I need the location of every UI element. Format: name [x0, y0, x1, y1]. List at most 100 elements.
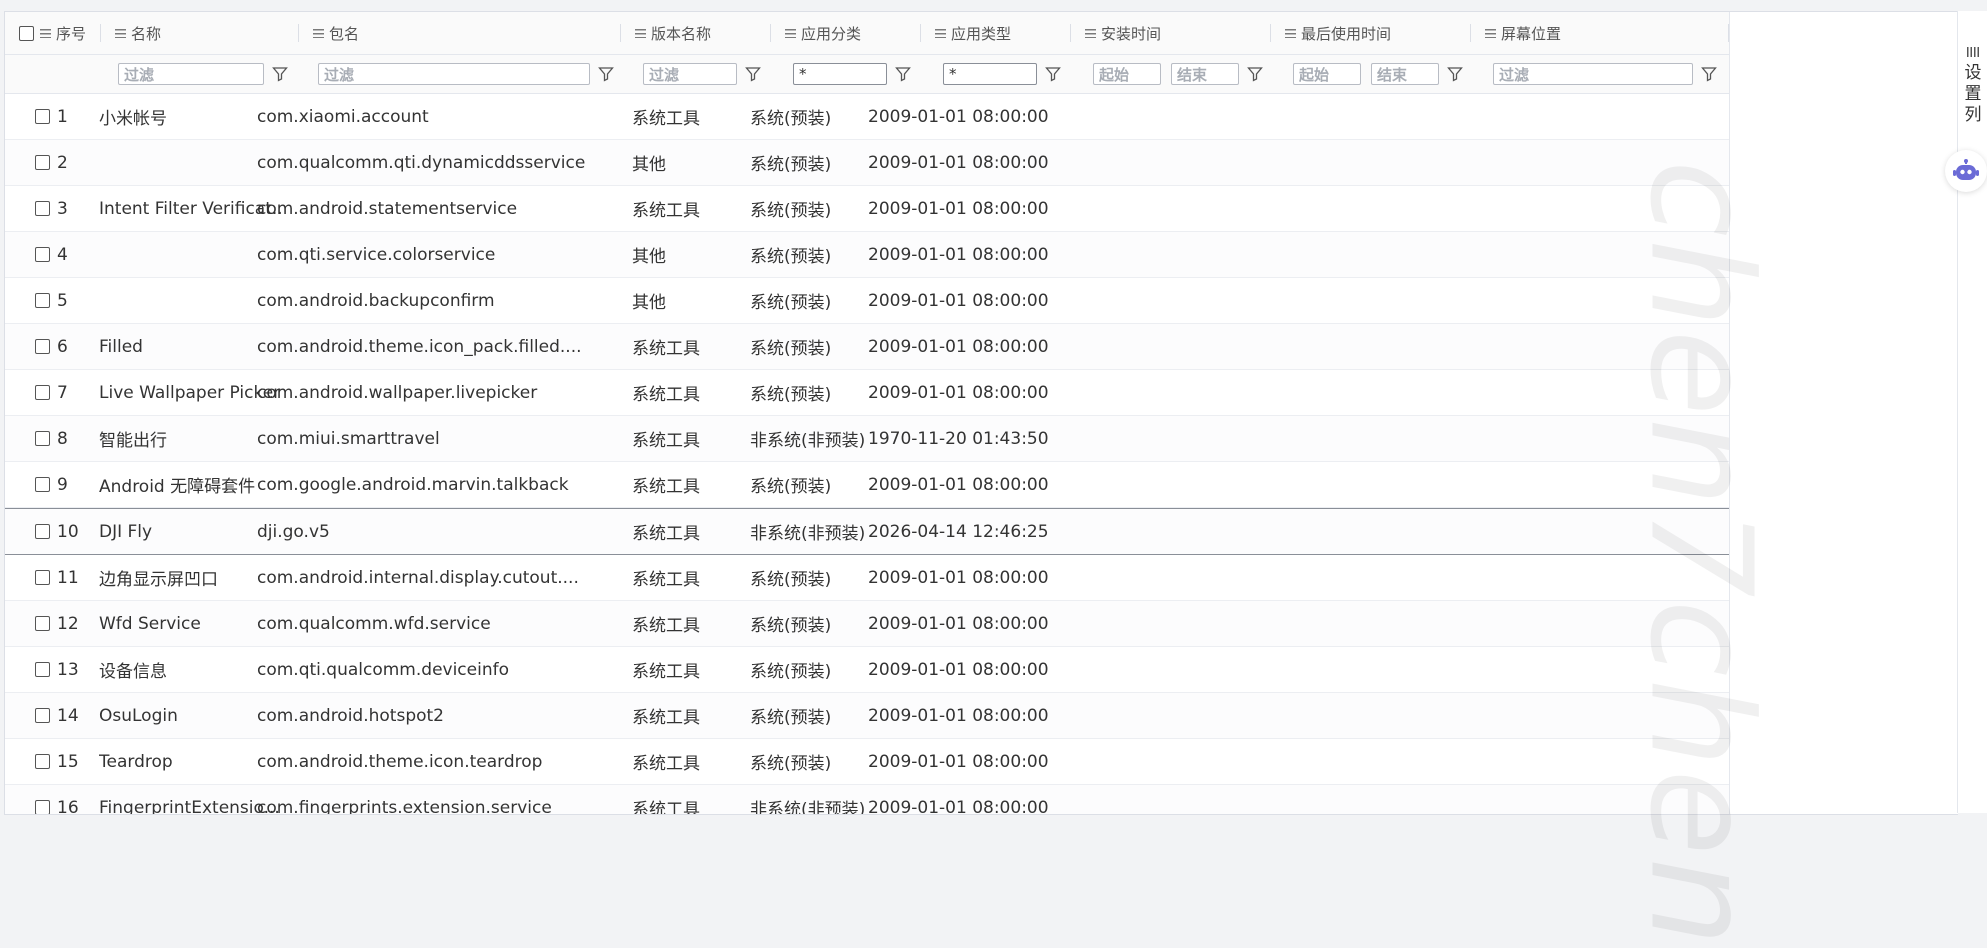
- filter-cat: *: [793, 55, 911, 93]
- table-row[interactable]: 13 设备信息 com.qti.qualcomm.deviceinfo 系统工具 系统(…: [5, 647, 1729, 693]
- row-seq-cell: 2: [35, 140, 68, 185]
- filter-install: 起始 结束: [1093, 55, 1263, 93]
- assistant-button[interactable]: [1945, 150, 1987, 192]
- cell-install: 2009-01-01 08:00:00: [868, 751, 1049, 772]
- cell-install: 2009-01-01 08:00:00: [868, 659, 1049, 680]
- filter-icon[interactable]: [1045, 66, 1061, 82]
- row-checkbox[interactable]: [35, 431, 50, 446]
- column-header-ver[interactable]: 版本名称: [621, 12, 771, 54]
- watermark: chen7chen: [1618, 160, 1782, 948]
- cell-install: 2026-04-14 12:46:25: [868, 521, 1049, 542]
- row-seq: 6: [57, 336, 68, 357]
- menu-icon[interactable]: [1285, 28, 1296, 38]
- table-row[interactable]: 2 com.qualcomm.qti.dynamicddsservice 其他 系统(…: [5, 140, 1729, 186]
- column-header-install[interactable]: 安装时间: [1071, 12, 1271, 54]
- column-label: 应用类型: [951, 24, 1012, 43]
- row-checkbox[interactable]: [35, 570, 50, 585]
- filter-icon[interactable]: [745, 66, 761, 82]
- menu-icon[interactable]: [313, 28, 324, 38]
- row-checkbox[interactable]: [35, 754, 50, 769]
- row-checkbox[interactable]: [35, 662, 50, 677]
- row-seq: 14: [57, 705, 79, 726]
- row-checkbox[interactable]: [35, 708, 50, 723]
- cell-cat: 系统工具: [632, 800, 700, 815]
- cell-install: 2009-01-01 08:00:00: [868, 152, 1049, 173]
- table-row[interactable]: 10 DJI Fly dji.go.v5 系统工具 非系统(非预装) 2026-04-14…: [5, 508, 1729, 555]
- column-header-type[interactable]: 应用类型: [921, 12, 1071, 54]
- table-row[interactable]: 11 边角显示屏凹口 com.android.internal.display.cu…: [5, 555, 1729, 601]
- table-row[interactable]: 7 Live Wallpaper Picker com.android.wallpa…: [5, 370, 1729, 416]
- row-checkbox[interactable]: [35, 293, 50, 308]
- pkg-filter-input[interactable]: 过滤: [318, 63, 590, 85]
- row-checkbox[interactable]: [35, 247, 50, 262]
- name-filter-input[interactable]: 过滤: [118, 63, 264, 85]
- menu-icon[interactable]: [935, 28, 946, 38]
- select-all-checkbox[interactable]: [19, 25, 34, 41]
- row-seq: 4: [57, 244, 68, 265]
- table-row[interactable]: 5 com.android.backupconfirm 其他 系统(预装) 2009-0…: [5, 278, 1729, 324]
- row-checkbox[interactable]: [35, 524, 50, 539]
- row-seq-cell: 12: [35, 601, 79, 646]
- table-row[interactable]: 12 Wfd Service com.qualcomm.wfd.service 系统工…: [5, 601, 1729, 647]
- cell-pkg: com.google.android.marvin.talkback: [257, 474, 569, 495]
- filter-name: 过滤: [118, 55, 288, 93]
- column-label: 包名: [329, 24, 360, 43]
- cell-install: 2009-01-01 08:00:00: [868, 382, 1049, 403]
- table-row[interactable]: 4 com.qti.service.colorservice 其他 系统(预装) 200…: [5, 232, 1729, 278]
- menu-icon[interactable]: [635, 28, 646, 38]
- type-filter-input[interactable]: *: [943, 63, 1037, 85]
- screen-filter-input[interactable]: 过滤: [1493, 63, 1693, 85]
- filter-icon[interactable]: [1447, 66, 1463, 82]
- cell-install: 2009-01-01 08:00:00: [868, 474, 1049, 495]
- column-label: 名称: [131, 24, 162, 43]
- column-header-cat[interactable]: 应用分类: [771, 12, 921, 54]
- menu-icon[interactable]: [785, 28, 796, 38]
- cell-install: 2009-01-01 08:00:00: [868, 106, 1049, 127]
- column-header-name[interactable]: 名称: [101, 12, 299, 54]
- menu-icon[interactable]: [115, 28, 126, 38]
- table-row[interactable]: 15 Teardrop com.android.theme.icon.teardro…: [5, 739, 1729, 785]
- menu-icon[interactable]: [40, 28, 51, 38]
- filter-icon[interactable]: [1247, 66, 1263, 82]
- cell-pkg: com.xiaomi.account: [257, 106, 429, 127]
- row-checkbox[interactable]: [35, 155, 50, 170]
- row-checkbox[interactable]: [35, 616, 50, 631]
- menu-icon[interactable]: [1085, 28, 1096, 38]
- ver-filter-input[interactable]: 过滤: [643, 63, 737, 85]
- column-header-seq[interactable]: 序号: [5, 12, 101, 54]
- filter-pkg: 过滤: [318, 55, 614, 93]
- column-header-lastused[interactable]: 最后使用时间: [1271, 12, 1471, 54]
- cell-pkg: com.fingerprints.extension.service: [257, 797, 552, 815]
- row-checkbox[interactable]: [35, 339, 50, 354]
- row-checkbox[interactable]: [35, 477, 50, 492]
- table-row[interactable]: 3 Intent Filter Verificat... com.android.s…: [5, 186, 1729, 232]
- row-checkbox[interactable]: [35, 385, 50, 400]
- table-row[interactable]: 8 智能出行 com.miui.smarttravel 系统工具 非系统(非预装) 197…: [5, 416, 1729, 462]
- install-end-input[interactable]: 结束: [1171, 63, 1239, 85]
- filter-icon[interactable]: [1701, 66, 1717, 82]
- table-row[interactable]: 6 Filled com.android.theme.icon_pack.fille…: [5, 324, 1729, 370]
- table-row[interactable]: 14 OsuLogin com.android.hotspot2 系统工具 系统(预装)…: [5, 693, 1729, 739]
- columns-settings-button[interactable]: 设置列: [1958, 47, 1987, 126]
- table-row[interactable]: 16 FingerprintExtensio... com.fingerprints…: [5, 785, 1729, 815]
- column-header-screen[interactable]: 屏幕位置: [1471, 12, 1729, 54]
- cell-install: 2009-01-01 08:00:00: [868, 290, 1049, 311]
- filter-icon[interactable]: [895, 66, 911, 82]
- filter-icon[interactable]: [272, 66, 288, 82]
- row-checkbox[interactable]: [35, 109, 50, 124]
- lastused-start-input[interactable]: 起始: [1293, 63, 1361, 85]
- cat-filter-input[interactable]: *: [793, 63, 887, 85]
- lastused-end-input[interactable]: 结束: [1371, 63, 1439, 85]
- table-row[interactable]: 9 Android 无障碍套件 com.google.android.marvin.…: [5, 462, 1729, 508]
- row-checkbox[interactable]: [35, 201, 50, 216]
- row-seq: 2: [57, 152, 68, 173]
- column-header-pkg[interactable]: 包名: [299, 12, 621, 54]
- cell-cat: 系统工具: [632, 201, 700, 221]
- menu-icon[interactable]: [1485, 28, 1496, 38]
- install-start-input[interactable]: 起始: [1093, 63, 1161, 85]
- filter-icon[interactable]: [598, 66, 614, 82]
- row-seq-cell: 4: [35, 232, 68, 277]
- row-seq: 3: [57, 198, 68, 219]
- table-row[interactable]: 1 小米帐号 com.xiaomi.account 系统工具 系统(预装) 2009-01…: [5, 94, 1729, 140]
- filter-type: *: [943, 55, 1061, 93]
